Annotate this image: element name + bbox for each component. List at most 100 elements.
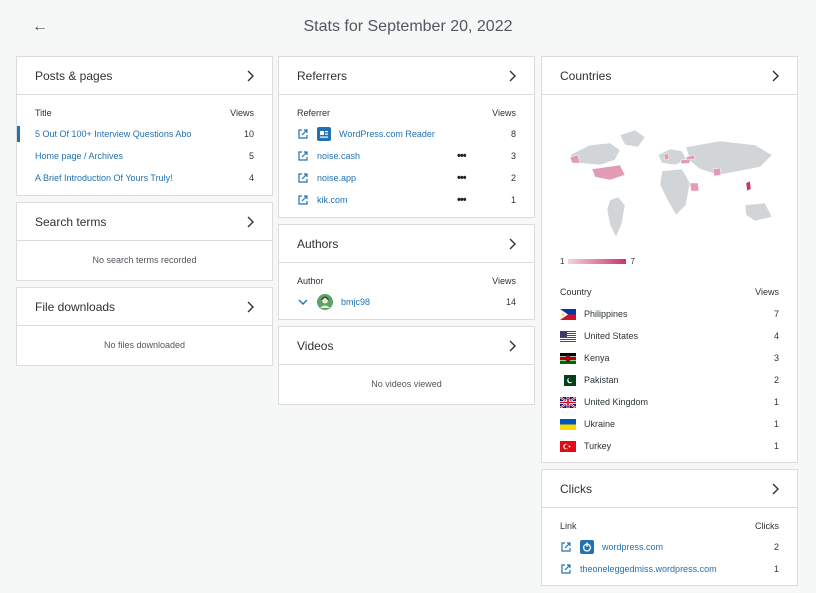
posts-pages-title: Posts & pages [35,68,113,83]
referrer-link[interactable]: WordPress.com Reader [339,129,435,139]
countries-title: Countries [560,68,612,83]
posts-col-views: Views [230,108,254,118]
country-views: 1 [773,419,779,429]
turkey-flag-icon [560,440,576,452]
click-link[interactable]: theoneleggedmiss.wordpress.com [580,564,717,574]
list-item[interactable]: Turkey 1 [542,435,797,457]
referrer-link[interactable]: kik.com [317,195,348,205]
table-row[interactable]: noise.cash ••• 3 [279,145,534,167]
list-item[interactable]: Kenya 3 [542,347,797,369]
list-item[interactable]: Pakistan 2 [542,369,797,391]
click-count: 2 [773,542,779,552]
power-icon [580,540,594,554]
country-name: Philippines [584,309,628,319]
post-views: 5 [248,151,254,161]
videos-header[interactable]: Videos [279,327,534,365]
chevron-right-icon [772,70,779,81]
united-states-flag-icon [560,330,576,342]
more-actions-icon[interactable]: ••• [457,172,467,184]
search-terms-empty: No search terms recorded [92,255,197,265]
table-row[interactable]: Home page / Archives 5 [17,145,272,167]
referrer-link[interactable]: noise.app [317,173,356,183]
ukraine-flag-icon [560,418,576,430]
author-link[interactable]: bmjc98 [341,297,370,307]
world-map[interactable] [550,105,790,255]
referrer-link[interactable]: noise.cash [317,151,360,161]
referrers-col-views: Views [492,108,516,118]
external-link-icon[interactable] [297,150,309,162]
author-views: 14 [505,297,516,307]
external-link-icon[interactable] [560,563,572,575]
authors-col-views: Views [492,276,516,286]
referrers-col-referrer: Referrer [297,108,331,118]
more-actions-icon[interactable]: ••• [457,150,467,162]
country-name: United States [584,331,639,341]
referrer-views: 2 [510,173,516,183]
referrer-views: 1 [510,195,516,205]
click-link[interactable]: wordpress.com [602,542,663,552]
clicks-column-headers: Link Clicks [542,520,797,532]
file-downloads-empty: No files downloaded [103,340,186,350]
clicks-col-link: Link [560,521,577,531]
referrer-views: 8 [510,129,516,139]
chevron-right-icon [247,70,254,81]
country-name: United Kingdom [584,397,649,407]
click-count: 1 [773,564,779,574]
external-link-icon[interactable] [297,172,309,184]
external-link-icon[interactable] [297,128,309,140]
post-link[interactable]: 5 Out Of 100+ Interview Questions Abo [35,129,191,139]
external-link-icon[interactable] [297,194,309,206]
clicks-header[interactable]: Clicks [542,470,797,508]
authors-column-headers: Author Views [279,275,534,287]
table-row[interactable]: WordPress.com Reader 8 [279,123,534,145]
authors-header[interactable]: Authors [279,225,534,263]
table-row[interactable]: theoneleggedmiss.wordpress.com 1 [542,558,797,580]
list-item[interactable]: United States 4 [542,325,797,347]
map-legend: 1 7 [560,257,635,266]
country-name: Kenya [584,353,610,363]
table-row[interactable]: wordpress.com 2 [542,536,797,558]
table-row[interactable]: kik.com ••• 1 [279,189,534,211]
chevron-down-icon[interactable] [297,296,309,308]
referrers-card: Referrers Referrer Views WordPress.com R… [278,56,535,218]
countries-card: Countries 1 7 Country Views Philippines … [541,56,798,463]
kenya-flag-icon [560,352,576,364]
table-row[interactable]: 5 Out Of 100+ Interview Questions Abo 10 [17,123,272,145]
posts-column-headers: Title Views [17,107,272,119]
list-item[interactable]: Philippines 7 [542,303,797,325]
countries-col-views: Views [755,287,779,297]
list-item[interactable]: United Kingdom 1 [542,391,797,413]
table-row[interactable]: bmjc98 14 [279,291,534,313]
post-views: 10 [243,129,254,139]
search-terms-title: Search terms [35,214,107,229]
country-views: 4 [773,331,779,341]
file-downloads-header[interactable]: File downloads [17,288,272,326]
posts-pages-header[interactable]: Posts & pages [17,57,272,95]
legend-max: 7 [630,257,635,266]
list-item[interactable]: Ukraine 1 [542,413,797,435]
country-views: 1 [773,441,779,451]
authors-card: Authors Author Views bmjc98 14 [278,224,535,320]
post-link[interactable]: Home page / Archives [35,151,123,161]
videos-title: Videos [297,338,334,353]
table-row[interactable]: noise.app ••• 2 [279,167,534,189]
philippines-flag-icon [560,308,576,320]
chevron-right-icon [247,301,254,312]
external-link-icon[interactable] [560,541,572,553]
pakistan-flag-icon [560,374,576,386]
search-terms-card: Search terms No search terms recorded [16,202,273,281]
country-name: Turkey [584,441,612,451]
clicks-card: Clicks Link Clicks wordpress.com 2 theon… [541,469,798,586]
referrers-header[interactable]: Referrers [279,57,534,95]
search-terms-header[interactable]: Search terms [17,203,272,241]
more-actions-icon[interactable]: ••• [457,194,467,206]
country-name: Ukraine [584,419,616,429]
chevron-right-icon [509,238,516,249]
table-row[interactable]: A Brief Introduction Of Yours Truly! 4 [17,167,272,189]
chevron-right-icon [509,340,516,351]
authors-title: Authors [297,236,339,251]
clicks-col-clicks: Clicks [755,521,779,531]
post-link[interactable]: A Brief Introduction Of Yours Truly! [35,173,173,183]
chevron-right-icon [772,483,779,494]
countries-header[interactable]: Countries [542,57,797,95]
